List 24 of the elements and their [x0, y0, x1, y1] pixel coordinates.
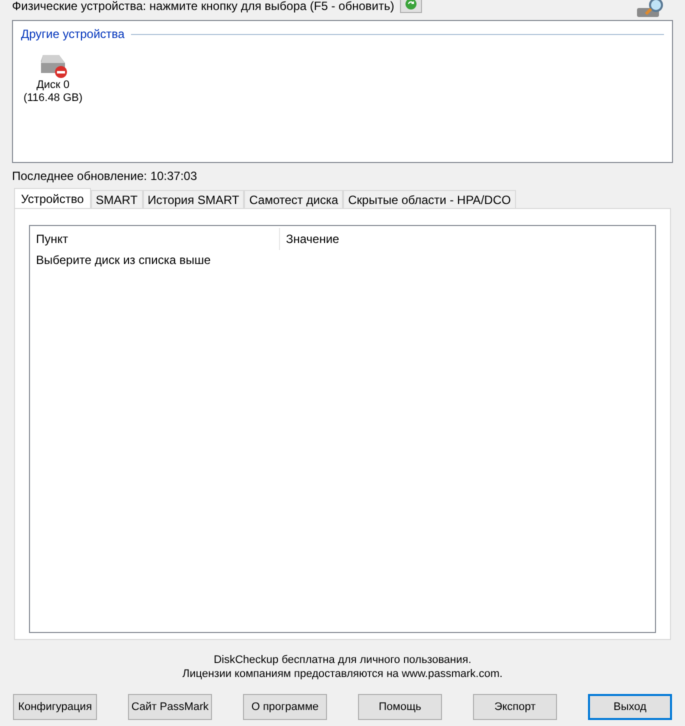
dialog-button[interactable]: Экспорт	[473, 694, 557, 720]
table-message: Выберите диск из списка выше	[36, 253, 211, 267]
footer-text: DiskCheckup бесплатна для личного пользования.	[214, 653, 472, 667]
disk-size: (116.48 GB)	[23, 92, 83, 105]
last-update: Последнее обновление: 10:37:03	[12, 169, 198, 183]
tab[interactable]: Самотест диска	[244, 190, 344, 208]
footer-text: Лицензии компаниям предоставляются на www.passmark.com.	[182, 667, 503, 681]
group-title: Другие устройства	[21, 26, 125, 43]
tab[interactable]: SMART	[90, 190, 143, 208]
column-header[interactable]: Значение	[280, 228, 655, 250]
disk-item[interactable]: Диск 0 (116.48 GB)	[21, 49, 85, 105]
refresh-button[interactable]	[400, 0, 422, 13]
tab[interactable]: Скрытые области - HPA/DCO	[343, 190, 516, 208]
header-label: Физические устройства: нажмите кнопку для выбора (F5 - обновить)	[12, 0, 394, 12]
column-header[interactable]: Пункт	[30, 228, 280, 250]
dialog-button[interactable]: Сайт PassMark	[128, 694, 212, 720]
dialog-button[interactable]: Выход	[588, 694, 672, 720]
tab[interactable]: Устройство	[14, 188, 91, 208]
dialog-button[interactable]: Конфигурация	[13, 694, 97, 720]
dialog-button[interactable]: Помощь	[358, 694, 442, 720]
tab[interactable]: История SMART	[142, 190, 244, 208]
refresh-icon	[404, 0, 418, 10]
disk-name: Диск 0	[36, 79, 70, 92]
dialog-button[interactable]: О программе	[243, 694, 327, 720]
